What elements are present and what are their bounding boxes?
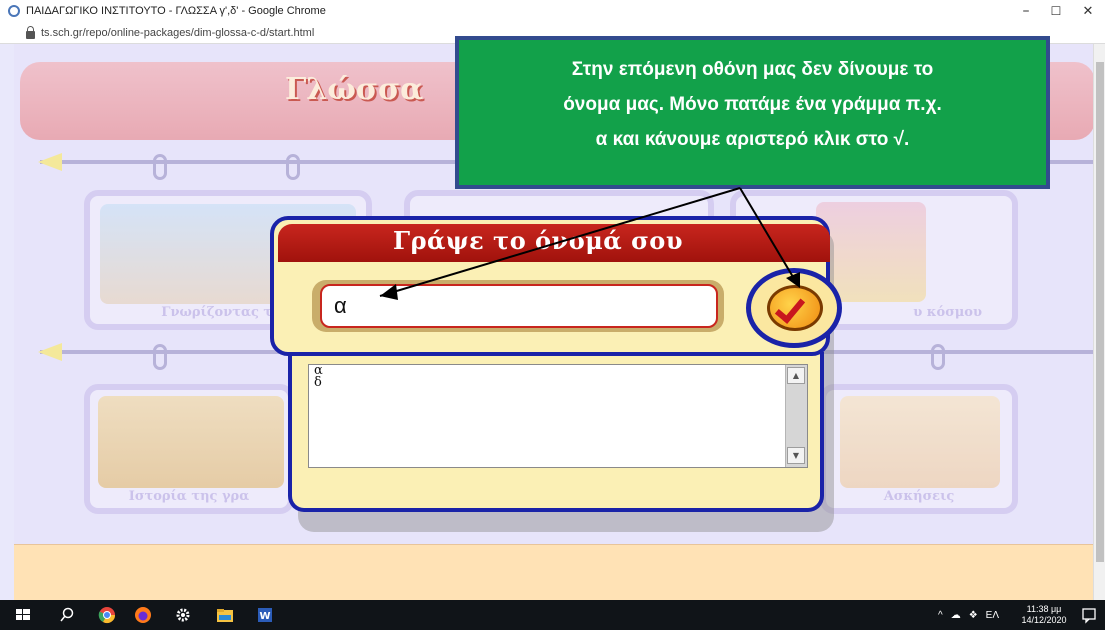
search-icon[interactable] [58,606,76,624]
arrowhead-icon [786,272,800,288]
chevron-up-icon[interactable]: ^ [938,610,943,621]
svg-text:W: W [259,611,270,622]
language-indicator[interactable]: ΕΛ [986,610,999,621]
clock-time: 11:38 μμ [1026,604,1062,614]
clock[interactable]: 11:38 μμ 14/12/2020 [1016,600,1072,630]
notification-icon[interactable] [1080,606,1098,624]
chrome-icon[interactable] [98,606,116,624]
dropbox-icon[interactable]: ❖ [969,610,978,621]
firefox-icon[interactable] [134,606,152,624]
settings-icon[interactable] [174,606,192,624]
windows-start-icon[interactable] [14,606,32,624]
arrow-to-check [739,187,797,283]
file-explorer-icon[interactable] [216,606,234,624]
word-icon[interactable]: W [256,606,274,624]
arrow-to-input [379,187,741,297]
onedrive-icon[interactable]: ☁ [951,610,961,621]
system-tray[interactable]: ^ ☁ ❖ ΕΛ [938,600,999,630]
annotation-arrows [379,187,800,300]
arrowhead-icon [380,284,398,300]
taskbar: W ^ ☁ ❖ ΕΛ 11:38 μμ 14/12/2020 [0,600,1105,630]
clock-date: 14/12/2020 [1021,615,1067,625]
